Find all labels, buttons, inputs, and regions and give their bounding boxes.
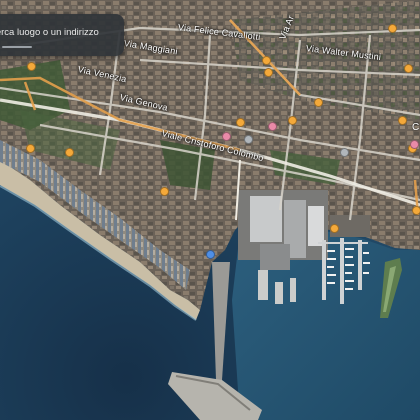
- poi-marker[interactable]: [398, 116, 407, 125]
- poi-marker[interactable]: [288, 116, 297, 125]
- location-marker[interactable]: [206, 250, 215, 259]
- poi-marker[interactable]: [412, 206, 420, 215]
- poi-marker[interactable]: [388, 24, 397, 33]
- poi-marker[interactable]: [314, 98, 323, 107]
- map-imagery: [0, 0, 420, 420]
- search-box[interactable]: [0, 14, 124, 56]
- poi-marker[interactable]: [340, 148, 349, 157]
- poi-marker[interactable]: [236, 118, 245, 127]
- poi-marker[interactable]: [264, 68, 273, 77]
- poi-marker[interactable]: [65, 148, 74, 157]
- poi-marker[interactable]: [330, 224, 339, 233]
- poi-marker[interactable]: [410, 140, 419, 149]
- poi-marker[interactable]: [244, 135, 253, 144]
- satellite-map[interactable]: Via Felice Cavallotti Via Maggiani Via V…: [0, 0, 420, 420]
- poi-marker[interactable]: [160, 187, 169, 196]
- poi-marker[interactable]: [268, 122, 277, 131]
- poi-marker[interactable]: [404, 64, 413, 73]
- edge-label: C: [412, 122, 420, 133]
- poi-marker[interactable]: [222, 132, 231, 141]
- search-input[interactable]: [0, 23, 114, 41]
- poi-marker[interactable]: [262, 56, 271, 65]
- poi-marker[interactable]: [27, 62, 36, 71]
- poi-marker[interactable]: [26, 144, 35, 153]
- search-underline: [2, 46, 32, 48]
